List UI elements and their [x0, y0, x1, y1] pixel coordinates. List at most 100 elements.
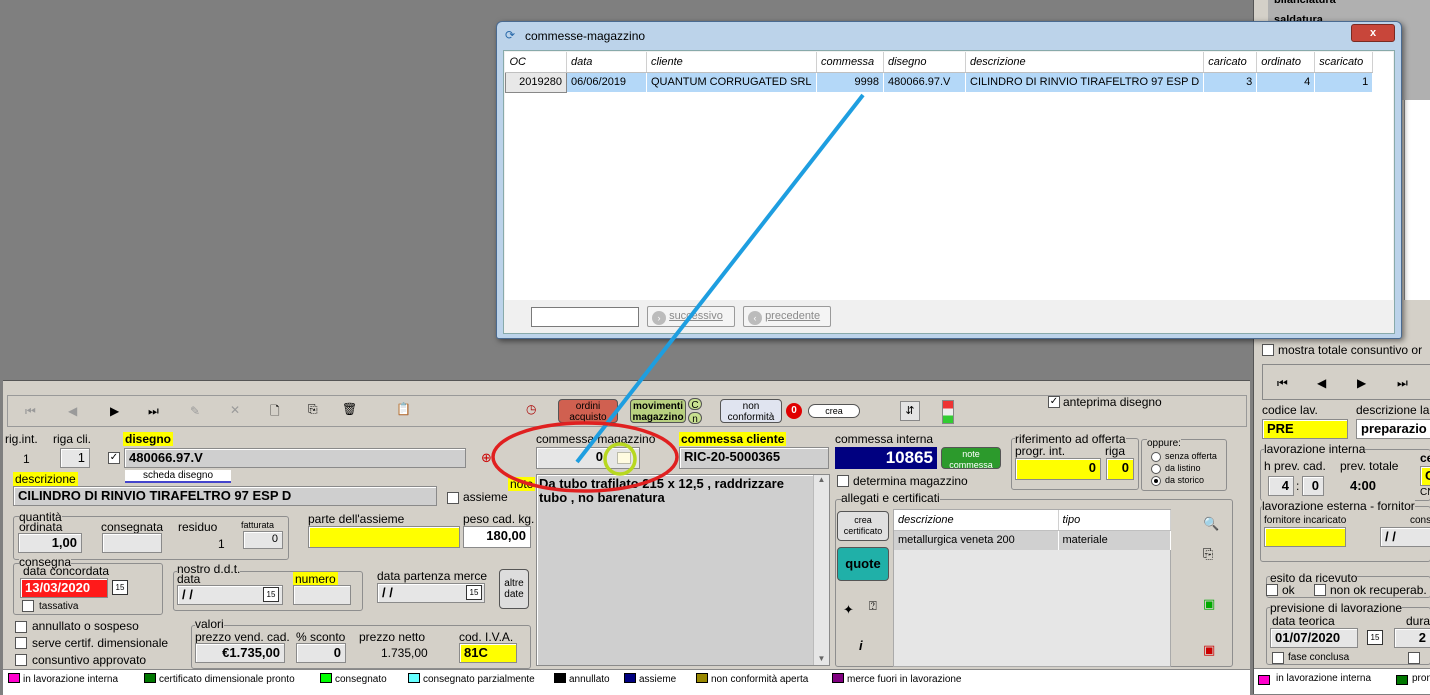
attachment-help-icon[interactable]: ⍰ — [869, 599, 877, 613]
right-extra-checkbox[interactable] — [1408, 652, 1420, 664]
peso-field[interactable]: 180,00 — [463, 526, 531, 548]
right-lower-list — [1404, 100, 1430, 300]
annullato-checkbox[interactable] — [15, 621, 27, 633]
right-list-item[interactable]: bilanciatura — [1274, 0, 1336, 6]
paste-icon[interactable]: 📋 — [396, 402, 411, 416]
determina-magazzino-checkbox[interactable] — [837, 475, 849, 487]
consegnata-field[interactable] — [102, 533, 162, 553]
commessa-cliente-field[interactable]: RIC-20-5000365 — [679, 447, 829, 469]
h-prev-field[interactable]: 4 — [1268, 476, 1294, 496]
first-icon[interactable]: ⏮ — [25, 404, 36, 419]
crea-nc-button[interactable]: crea — [808, 404, 860, 418]
close-button[interactable]: x — [1351, 24, 1395, 42]
cell-commessa: 9998 — [816, 72, 884, 92]
data-concordata-field[interactable]: 13/03/2020 — [20, 578, 108, 598]
cons-field[interactable]: / / — [1380, 527, 1430, 547]
table-row[interactable]: 2019280 06/06/2019 QUANTUM CORRUGATED SR… — [505, 71, 1374, 93]
ordinata-field[interactable]: 1,00 — [18, 533, 82, 553]
note-scrollbar[interactable]: ▲ ▼ — [813, 475, 829, 665]
cancel-icon[interactable]: ✕ — [230, 403, 240, 417]
commessa-interna-field[interactable]: 10865 — [835, 447, 937, 469]
fornitore-field[interactable] — [1264, 527, 1346, 547]
altre-date-button[interactable]: altre date — [499, 569, 529, 609]
col-commessa: commessa — [816, 52, 884, 73]
commessa-magazzino-lookup-icon[interactable] — [617, 452, 631, 464]
h-prev-min-field[interactable]: 0 — [1302, 476, 1324, 496]
riga-cli-field[interactable]: 1 — [60, 448, 90, 468]
remove-folder-icon[interactable]: ▣ — [1203, 643, 1215, 657]
assieme-checkbox[interactable] — [447, 492, 459, 504]
iva-field[interactable]: 81C — [459, 643, 517, 663]
disegno-field[interactable]: 480066.97.V — [124, 448, 466, 468]
new-document-icon[interactable]: 🗋 — [270, 402, 280, 423]
partenza-calendar-icon[interactable]: 15 — [466, 585, 482, 600]
prev-record-icon[interactable]: ◀ — [1317, 376, 1326, 390]
ok-checkbox[interactable] — [1266, 584, 1278, 596]
senza-offerta-radio[interactable] — [1151, 452, 1161, 462]
data-concordata-calendar-icon[interactable]: 15 — [112, 580, 128, 595]
da-listino-radio[interactable] — [1151, 464, 1161, 474]
clock-icon[interactable]: ◷ — [526, 402, 536, 416]
precedente-label: precedente — [765, 310, 821, 322]
popup-search-input[interactable] — [531, 307, 639, 327]
descrizione-lav-field[interactable]: preparazio — [1356, 419, 1430, 439]
ddt-data-calendar-icon[interactable]: 15 — [263, 587, 279, 602]
c-button[interactable]: C — [688, 398, 702, 411]
zoom-icon[interactable]: 🔍 — [1203, 517, 1219, 531]
successivo-button[interactable]: › successivo — [647, 306, 735, 327]
descrizione-field[interactable]: CILINDRO DI RINVIO TIRAFELTRO 97 ESP D — [13, 486, 437, 506]
table-row[interactable]: metallurgica veneta 200 materiale — [894, 530, 1171, 550]
ordini-acquisto-button[interactable]: ordini acquisto — [558, 399, 618, 423]
descrizione-label-text: descrizione — [13, 472, 78, 486]
legend-label: assieme — [639, 674, 677, 685]
non-conformita-button[interactable]: non conformità — [720, 399, 782, 423]
disegno-checkbox[interactable]: ✓ — [108, 452, 120, 464]
n-button[interactable]: n — [688, 412, 702, 425]
note-field[interactable]: Da tubo trafilato 215 x 12,5 , raddrizza… — [536, 474, 830, 666]
mostra-totale-checkbox[interactable] — [1262, 344, 1274, 356]
next-icon[interactable]: ▶ — [110, 404, 119, 418]
codice-lav-field[interactable]: PRE — [1262, 419, 1348, 439]
note-commessa-button[interactable]: note commessa — [941, 447, 1001, 470]
data-teorica-calendar-icon[interactable]: 15 — [1367, 630, 1383, 645]
add-folder-icon[interactable]: ▣ — [1203, 597, 1215, 611]
cnc-field[interactable]: CC_ — [1420, 466, 1430, 486]
consuntivo-checkbox[interactable] — [15, 654, 27, 666]
target-icon[interactable]: ⊕ — [481, 451, 492, 465]
non-ok-checkbox[interactable] — [1314, 584, 1326, 596]
copy-attachment-icon[interactable]: ⎘ — [1203, 547, 1213, 561]
transfer-icon[interactable]: ⇵ — [900, 401, 920, 421]
sconto-field[interactable]: 0 — [296, 643, 346, 663]
scheda-disegno-button[interactable]: scheda disegno — [125, 470, 231, 483]
edit-icon[interactable]: ✎ — [190, 404, 200, 418]
new-attachment-icon[interactable]: ✦ — [843, 603, 854, 617]
data-teorica-field[interactable]: 01/07/2020 — [1270, 628, 1358, 648]
delete-icon[interactable]: 🗑 — [342, 402, 357, 416]
last-icon[interactable]: ⏭ — [148, 404, 159, 419]
ddt-numero-field[interactable] — [293, 585, 351, 605]
first-record-icon[interactable]: ⏮ — [1277, 376, 1288, 391]
quote-button[interactable]: quote — [837, 547, 889, 581]
prezzo-vend-label: prezzo vend. cad. — [195, 630, 290, 644]
crea-certificato-button[interactable]: crea certificato — [837, 511, 889, 541]
da-storico-radio[interactable] — [1151, 476, 1161, 486]
parte-assieme-field[interactable] — [308, 526, 460, 548]
prezzo-vend-field[interactable]: €1.735,00 — [195, 643, 285, 663]
tassativa-checkbox[interactable] — [22, 600, 34, 612]
movimenti-magazzino-button[interactable]: movimenti magazzino — [630, 399, 686, 423]
durata-field[interactable]: 2 — [1394, 628, 1430, 648]
last-record-icon[interactable]: ⏭ — [1397, 376, 1408, 391]
riga-field[interactable]: 0 — [1106, 458, 1134, 480]
legend-label: consegnato parzialmente — [423, 674, 535, 685]
prev-icon[interactable]: ◀ — [68, 404, 77, 418]
next-record-icon[interactable]: ▶ — [1357, 376, 1366, 390]
anteprima-disegno-checkbox[interactable]: ✓ — [1048, 396, 1060, 408]
precedente-button[interactable]: ‹ precedente — [743, 306, 831, 327]
serve-cert-checkbox[interactable] — [15, 637, 27, 649]
commesse-table: OC data cliente commessa disegno descriz… — [505, 52, 1374, 93]
fase-conclusa-checkbox[interactable] — [1272, 652, 1284, 664]
info-icon[interactable]: i — [859, 639, 863, 653]
fatturata-field[interactable]: 0 — [243, 531, 283, 549]
progr-int-field[interactable]: 0 — [1015, 458, 1101, 480]
copy-icon[interactable]: ⎘ — [308, 402, 318, 417]
